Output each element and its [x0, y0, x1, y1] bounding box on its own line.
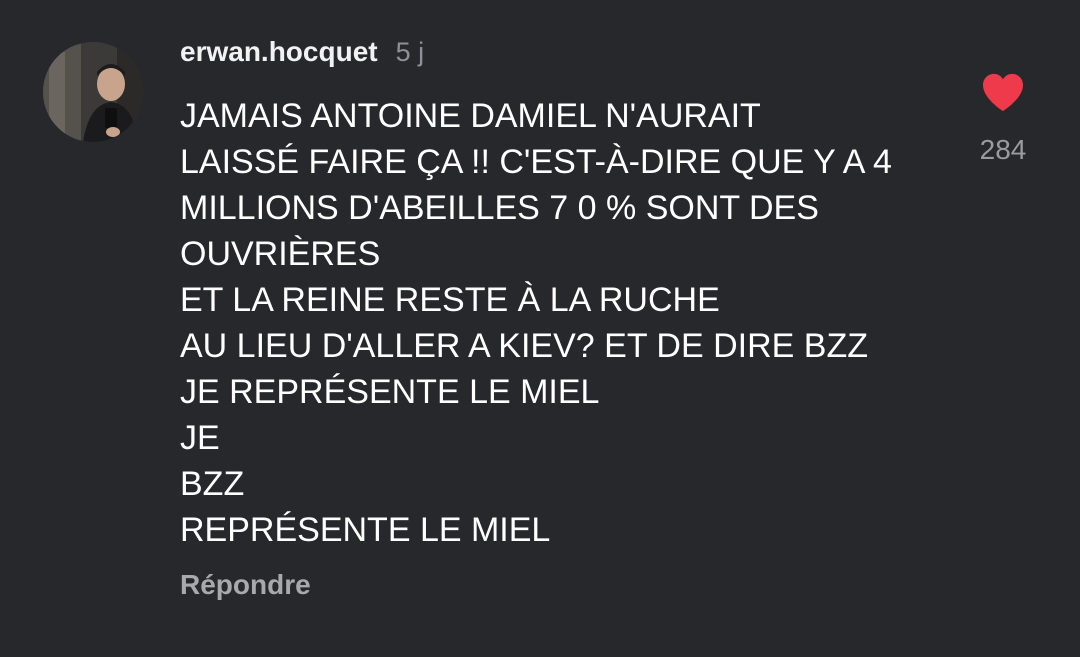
like-count: 284: [979, 134, 1027, 165]
comment-line: ET LA REINE RESTE À LA RUCHE: [180, 281, 720, 319]
comment-line: JAMAIS ANTOINE DAMIEL N'AURAIT: [180, 97, 761, 135]
avatar-photo: [43, 42, 143, 142]
reply-button[interactable]: Répondre: [180, 569, 311, 601]
comment-line: JE REPRÉSENTE LE MIEL: [180, 373, 600, 411]
comment-line: AU LIEU D'ALLER A KIEV? ET DE DIRE BZZ: [180, 327, 868, 365]
timestamp: 5 j: [395, 37, 425, 67]
avatar[interactable]: [43, 42, 143, 142]
comment-line: OUVRIÈRES: [180, 235, 381, 273]
comment-header: erwan.hocquet 5 j: [180, 36, 424, 76]
comment: erwan.hocquet 5 j JAMAIS ANTOINE DAMIEL …: [0, 0, 1080, 657]
username[interactable]: erwan.hocquet: [180, 36, 378, 68]
comment-line: LAISSÉ FAIRE ÇA !! C'EST-À-DIRE QUE Y A …: [180, 143, 892, 181]
comment-line: MILLIONS D'ABEILLES 7 0 % SONT DES: [180, 189, 819, 227]
comment-text: JAMAIS ANTOINE DAMIEL N'AURAIT LAISSÉ FA…: [180, 93, 940, 553]
like-control: 284: [968, 72, 1038, 166]
comment-line: REPRÉSENTE LE MIEL: [180, 511, 551, 549]
heart-filled-icon[interactable]: [981, 72, 1025, 112]
comment-line: BZZ: [180, 465, 245, 503]
comment-line: JE: [180, 419, 220, 457]
